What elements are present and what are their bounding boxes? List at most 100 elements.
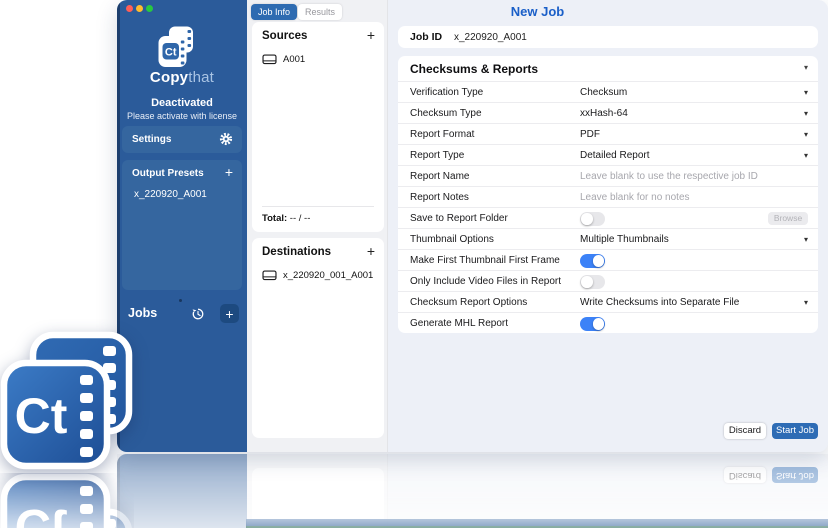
make-first-thumbnail-first-frame-toggle[interactable]: [580, 254, 605, 268]
gear-icon[interactable]: [219, 132, 233, 146]
close-window-button[interactable]: [126, 5, 133, 12]
verification-type-select[interactable]: Checksum: [580, 87, 627, 98]
report-notes-input[interactable]: Leave blank for no notes: [580, 192, 690, 203]
report-format-select[interactable]: PDF: [580, 129, 600, 140]
preset-list: x_220920_A001: [122, 186, 242, 203]
field-label: Verification Type: [410, 87, 483, 98]
field-label: Thumbnail Options: [410, 234, 494, 245]
list-item[interactable]: A001: [252, 50, 384, 69]
save-to-report-folder-toggle[interactable]: [580, 212, 605, 226]
form-row-report-notes: Report Notes Leave blank for no notes: [398, 186, 818, 207]
chevron-down-icon[interactable]: ▾: [804, 88, 808, 97]
field-label: Generate MHL Report: [410, 318, 508, 329]
field-label: Only Include Video Files in Report: [410, 276, 561, 287]
field-label: Report Notes: [410, 192, 469, 203]
form-row-checksum-type: Checksum Type xxHash-64 ▾: [398, 102, 818, 123]
traffic-lights: [126, 5, 153, 12]
app-window: Ct Copythat Deactivated Please activate …: [117, 0, 828, 452]
toggle-knob: [581, 276, 593, 288]
start-job-button[interactable]: Start Job: [772, 423, 818, 439]
sidebar: Ct Copythat Deactivated Please activate …: [117, 0, 247, 452]
report-name-input[interactable]: Leave blank to use the respective job ID: [580, 171, 758, 182]
license-status: Deactivated: [117, 97, 247, 109]
section-title: Checksums & Reports: [410, 62, 538, 76]
license-status-subtitle: Please activate with license: [117, 111, 247, 121]
form-row-verification-type: Verification Type Checksum ▾: [398, 81, 818, 102]
field-label: Report Format: [410, 129, 474, 140]
reflection-band: [246, 519, 828, 528]
item-label: x_220920_A001: [134, 189, 207, 200]
only-include-video-files-in-report-toggle[interactable]: [580, 275, 605, 289]
brand-copy: Copy: [150, 69, 188, 86]
brand-wordmark: Copythat: [117, 69, 247, 86]
form-row-generate-mhl-report: Generate MHL Report: [398, 312, 818, 333]
form-row-checksum-report-options: Checksum Report Options Write Checksums i…: [398, 291, 818, 312]
toggle-knob: [581, 213, 593, 225]
chevron-down-icon[interactable]: ▾: [804, 298, 808, 307]
report-type-select[interactable]: Detailed Report: [580, 150, 649, 161]
section-header[interactable]: Checksums & Reports ▾: [398, 56, 818, 81]
browse-button[interactable]: Browse: [768, 212, 808, 225]
add-source-button[interactable]: +: [367, 27, 375, 43]
job-id-input[interactable]: x_220920_A001: [454, 32, 527, 43]
field-label: Report Type: [410, 150, 464, 161]
field-label: Make First Thumbnail First Frame: [410, 255, 560, 266]
item-label: A001: [283, 54, 305, 65]
checksums-reports-card: Checksums & Reports ▾ Verification Type C…: [398, 56, 818, 333]
tab-bar: Job Info Results: [251, 4, 342, 20]
tab-job-info[interactable]: Job Info: [251, 4, 297, 20]
form-row-save-to-report-folder: Save to Report Folder Browse: [398, 207, 818, 228]
chevron-down-icon[interactable]: ▾: [804, 130, 808, 139]
discard-button[interactable]: Discard: [724, 423, 766, 439]
toggle-knob: [593, 318, 605, 330]
app-icon-ct-text: Ct: [15, 388, 68, 444]
tab-results[interactable]: Results: [298, 4, 342, 20]
chevron-down-icon[interactable]: ▾: [804, 151, 808, 160]
chevron-down-icon[interactable]: ▾: [804, 63, 808, 72]
add-job-button[interactable]: +: [220, 304, 239, 323]
field-label: Report Name: [410, 171, 469, 182]
job-id-label: Job ID: [410, 31, 442, 43]
checksum-type-select[interactable]: xxHash-64: [580, 108, 628, 119]
field-label: Save to Report Folder: [410, 213, 508, 224]
output-presets-panel: Output Presets + x_220920_A001: [122, 160, 242, 290]
minimize-window-button[interactable]: [136, 5, 143, 12]
sources-destinations-column: Job Info Results Sources + A001 Total: -…: [247, 0, 388, 452]
thumbnail-options-select[interactable]: Multiple Thumbnails: [580, 234, 669, 245]
form-row-report-name: Report Name Leave blank to use the respec…: [398, 165, 818, 186]
field-label: Checksum Report Options: [410, 297, 527, 308]
output-presets-title: Output Presets: [132, 168, 204, 179]
copythat-app-icon: Ct: [0, 330, 134, 470]
job-history-icon[interactable]: [191, 307, 205, 321]
drive-icon: [262, 269, 277, 282]
drive-icon: [262, 53, 277, 66]
settings-label: Settings: [132, 134, 171, 145]
form-rows: Verification Type Checksum ▾ Checksum Type x…: [398, 81, 818, 333]
splitter-handle[interactable]: [179, 299, 182, 302]
form-row-only-include-video-files-in-report: Only Include Video Files in Report: [398, 270, 818, 291]
settings-panel[interactable]: Settings: [122, 126, 242, 153]
zoom-window-button[interactable]: [146, 5, 153, 12]
field-label: Checksum Type: [410, 108, 482, 119]
sources-title: Sources: [262, 30, 307, 42]
jobs-section: Jobs +: [117, 304, 247, 324]
list-item[interactable]: x_220920_001_A001: [252, 266, 384, 285]
checksum-report-options-select[interactable]: Write Checksums into Separate File: [580, 297, 739, 308]
item-label: x_220920_001_A001: [283, 270, 373, 281]
add-preset-button[interactable]: +: [225, 165, 233, 179]
generate-mhl-report-toggle[interactable]: [580, 317, 605, 331]
job-id-card: Job ID x_220920_A001: [398, 26, 818, 48]
destinations-title: Destinations: [262, 246, 331, 258]
add-destination-button[interactable]: +: [367, 243, 375, 259]
logo-ct-text: Ct: [165, 47, 177, 59]
form-row-report-type: Report Type Detailed Report ▾: [398, 144, 818, 165]
chevron-down-icon[interactable]: ▾: [804, 235, 808, 244]
chevron-down-icon[interactable]: ▾: [804, 109, 808, 118]
brand-that: that: [188, 69, 214, 86]
list-item[interactable]: x_220920_A001: [122, 186, 242, 203]
jobs-title: Jobs: [128, 306, 157, 320]
copythat-logo-icon: Ct: [158, 26, 194, 69]
scene: Ct Copythat Deactivated Please activate …: [0, 0, 828, 528]
form-row-make-first-thumbnail-first-frame: Make First Thumbnail First Frame: [398, 249, 818, 270]
total-value: -- / --: [287, 213, 310, 224]
